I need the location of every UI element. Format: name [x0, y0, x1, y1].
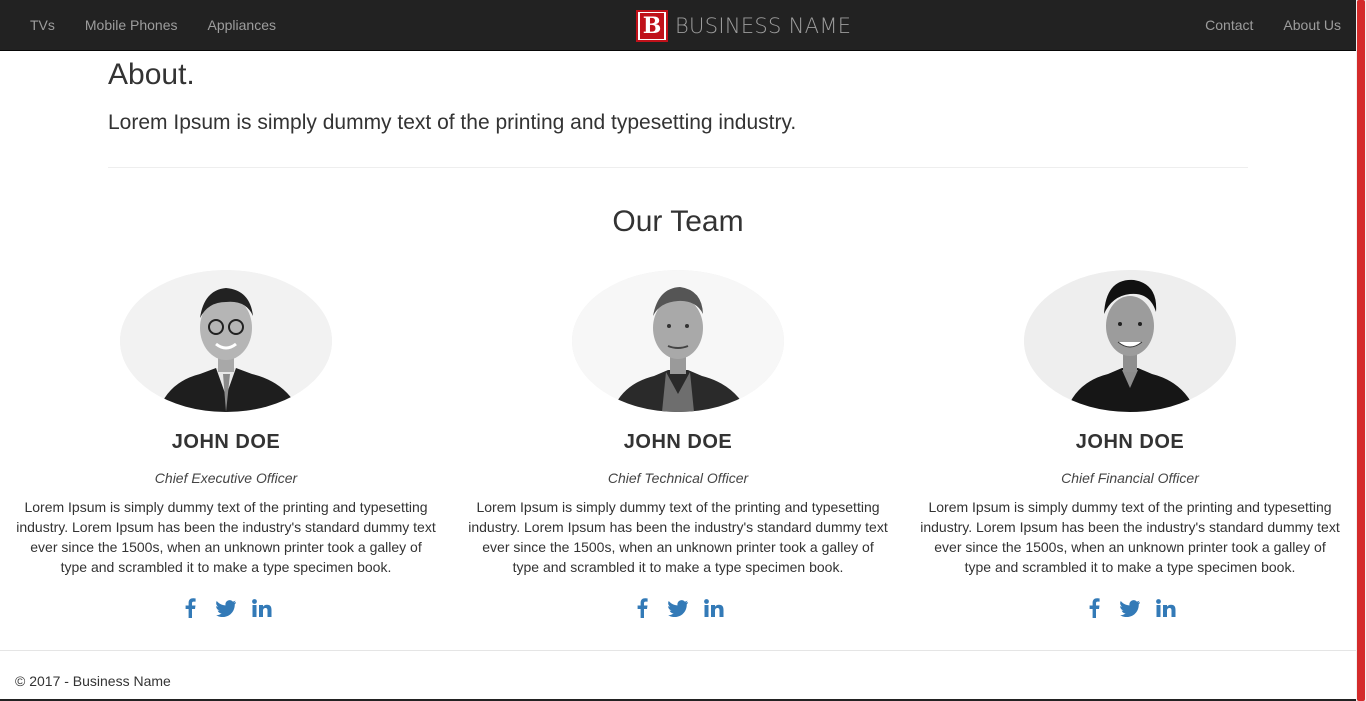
member-role: Chief Executive Officer — [154, 470, 298, 486]
facebook-icon[interactable] — [631, 597, 653, 619]
navbar: TVs Mobile Phones Appliances B BUSINESS … — [0, 0, 1356, 51]
member-name: JOHN DOE — [171, 431, 281, 453]
twitter-icon[interactable] — [667, 597, 689, 619]
social-links — [16, 597, 436, 619]
brand-link[interactable]: B BUSINESS NAME — [636, 10, 851, 42]
team-heading: Our Team — [612, 205, 744, 238]
about-lead: Lorem Ipsum is simply dummy text of the … — [108, 111, 797, 134]
member-name: JOHN DOE — [1075, 431, 1185, 453]
member-role: Chief Financial Officer — [1061, 470, 1199, 486]
member-bio: Lorem Ipsum is simply dummy text of the … — [16, 499, 436, 575]
facebook-icon[interactable] — [179, 597, 201, 619]
nav-link-mobile-phones[interactable]: Mobile Phones — [70, 0, 193, 50]
section-divider — [108, 167, 1248, 168]
nav-link-tvs[interactable]: TVs — [15, 0, 70, 50]
social-links — [920, 597, 1340, 619]
team-member-card: JOHN DOE Chief Executive Officer Lorem I… — [16, 270, 436, 619]
team-member-card: JOHN DOE Chief Financial Officer Lorem I… — [920, 270, 1340, 619]
member-name: JOHN DOE — [623, 431, 733, 453]
nav-link-contact[interactable]: Contact — [1190, 0, 1268, 50]
footer-divider — [0, 650, 1356, 651]
vertical-scrollbar[interactable] — [1356, 0, 1366, 701]
linkedin-icon[interactable] — [1155, 597, 1177, 619]
avatar — [120, 270, 332, 412]
about-title: About. — [108, 58, 195, 91]
nav-right-menu: Contact About Us — [1190, 0, 1356, 50]
brand-logo: B — [636, 10, 668, 42]
nav-left-menu: TVs Mobile Phones Appliances — [15, 0, 291, 50]
team-member-card: JOHN DOE Chief Technical Officer Lorem I… — [468, 270, 888, 619]
social-links — [468, 597, 888, 619]
linkedin-icon[interactable] — [251, 597, 273, 619]
member-role: Chief Technical Officer — [607, 470, 749, 486]
twitter-icon[interactable] — [215, 597, 237, 619]
twitter-icon[interactable] — [1119, 597, 1141, 619]
nav-link-appliances[interactable]: Appliances — [193, 0, 292, 50]
brand-logo-letter: B — [640, 13, 664, 39]
avatar — [572, 270, 784, 412]
linkedin-icon[interactable] — [703, 597, 725, 619]
nav-link-about-us[interactable]: About Us — [1268, 0, 1356, 50]
footer-copyright: © 2017 - Business Name — [15, 673, 171, 689]
scrollbar-thumb[interactable] — [1357, 0, 1365, 701]
avatar — [1024, 270, 1236, 412]
brand-name: BUSINESS NAME — [675, 14, 852, 38]
facebook-icon[interactable] — [1083, 597, 1105, 619]
member-bio: Lorem Ipsum is simply dummy text of the … — [920, 499, 1340, 575]
member-bio: Lorem Ipsum is simply dummy text of the … — [468, 499, 888, 575]
